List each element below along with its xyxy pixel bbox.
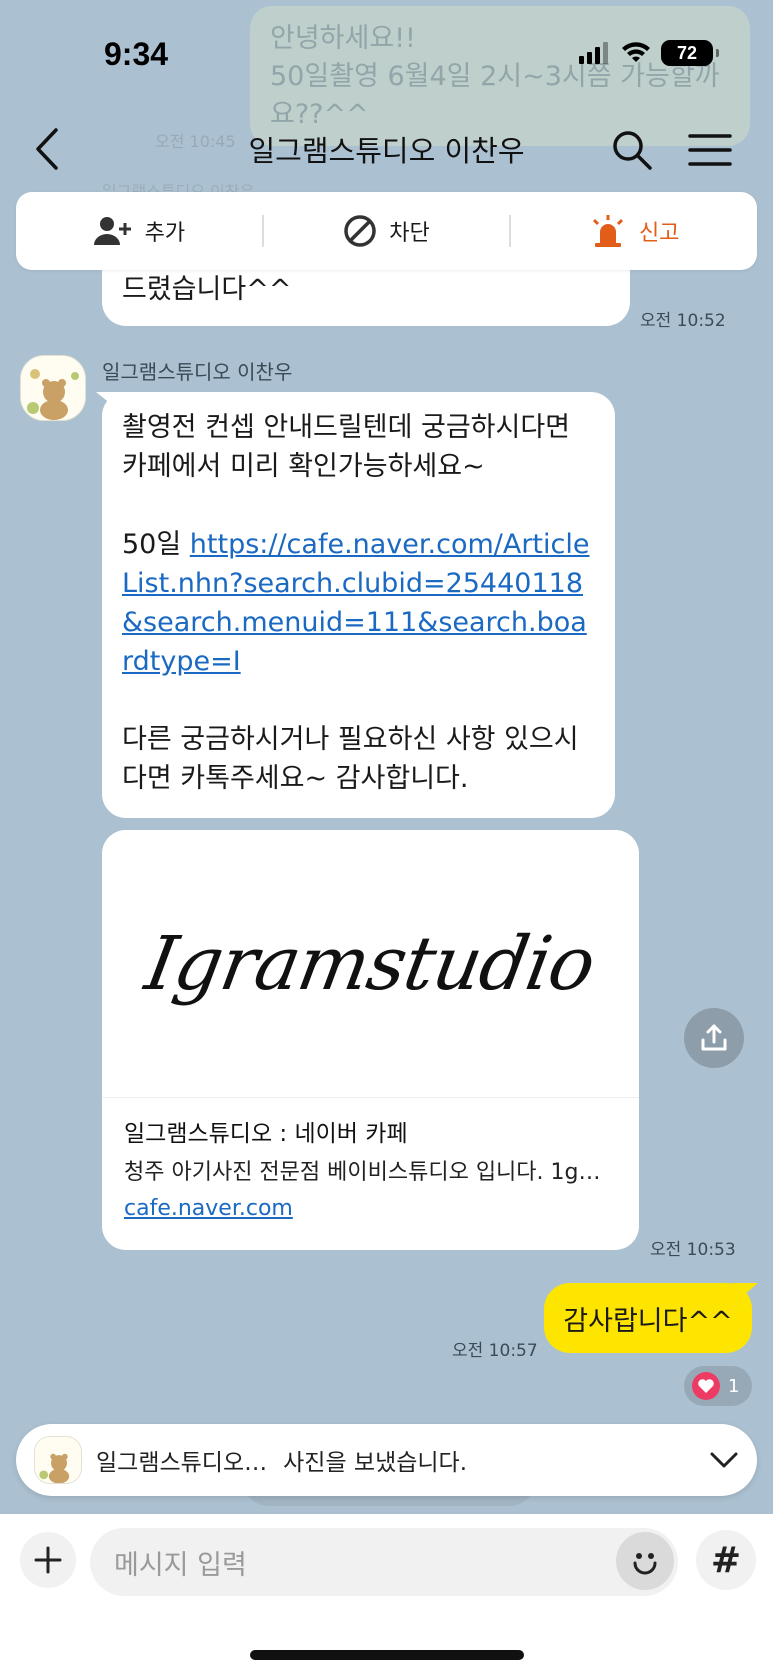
search-button[interactable] [610, 128, 654, 172]
notification-sender: 일그램스튜디오… [96, 1450, 268, 1476]
studio-logo: Igramstudio [139, 920, 602, 1007]
status-icons: 72 [579, 40, 719, 66]
message-text: 드렸습니다^^ [122, 274, 292, 305]
my-message-bubble: 감사랍니다^^ [544, 1283, 752, 1353]
signal-icon [579, 42, 608, 64]
home-indicator [250, 1650, 524, 1660]
hamburger-menu-icon [688, 134, 732, 166]
block-icon [344, 215, 377, 247]
link-preview-card[interactable]: Igramstudio 일그램스튜디오 : 네이버 카페 청주 아기사진 전문점… [102, 830, 639, 1250]
reaction-count: 1 [728, 1375, 740, 1397]
block-label: 차단 [389, 221, 430, 246]
status-time: 9:34 [104, 36, 169, 72]
wifi-icon [622, 42, 650, 62]
plus-icon [34, 1546, 62, 1574]
teddy-bear-avatar-image [35, 1437, 81, 1483]
chevron-down-icon[interactable] [709, 1450, 739, 1470]
link-preview-title: 일그램스튜디오 : 네이버 카페 [124, 1121, 408, 1147]
siren-icon [592, 215, 623, 247]
chat-title: 일그램스튜디오 이찬우 [248, 134, 525, 168]
message-link-paragraph: 50일 https://cafe.naver.com/ArticleList.n… [122, 525, 595, 681]
message-link-prefix: 50일 [122, 529, 190, 560]
new-message-notification[interactable]: 일그램스튜디오… 사진을 보냈습니다. [16, 1424, 757, 1496]
notification-avatar [34, 1436, 82, 1484]
sender-avatar[interactable] [20, 355, 86, 421]
message-line: 다른 궁금하시거나 필요하신 사항 있으시 [122, 724, 579, 755]
block-button[interactable]: 차단 [264, 192, 510, 270]
report-label: 신고 [638, 221, 680, 246]
teddy-bear-avatar-image [21, 356, 85, 420]
message-time: 오전 10:53 [650, 1240, 736, 1260]
attach-button[interactable] [20, 1532, 76, 1588]
my-message-text: 감사랍니다^^ [563, 1305, 733, 1337]
heart-icon [692, 1372, 720, 1400]
heart-reaction[interactable]: 1 [684, 1366, 752, 1406]
add-user-icon [93, 217, 131, 245]
cafe-article-link[interactable]: https://cafe.naver.com/ArticleList.nhn?s… [122, 529, 589, 677]
message-input[interactable]: 메시지 입력 [90, 1528, 678, 1596]
hashtag-search-button[interactable]: # [696, 1530, 756, 1590]
battery-indicator: 72 [661, 40, 719, 66]
message-line: 다면 카톡주세요~ 감사합니다. [122, 763, 469, 794]
share-icon [701, 1024, 727, 1051]
smiley-icon [633, 1553, 657, 1575]
link-preview-url[interactable]: cafe.naver.com [124, 1196, 293, 1221]
message-input-placeholder: 메시지 입력 [114, 1549, 247, 1581]
menu-button[interactable] [688, 130, 732, 170]
message-line: 카페에서 미리 확인가능하세요~ [122, 451, 485, 482]
share-button[interactable] [684, 1008, 744, 1068]
notification-message: 사진을 보냈습니다. [283, 1450, 468, 1476]
emoticon-button[interactable] [616, 1532, 674, 1590]
report-button[interactable]: 신고 [511, 192, 757, 270]
message-line: 촬영전 컨셉 안내드릴텐데 궁금하시다면 [122, 412, 571, 443]
add-friend-label: 추가 [144, 221, 186, 246]
my-message-time: 오전 10:57 [452, 1341, 538, 1361]
search-icon [613, 131, 652, 170]
sender-name: 일그램스튜디오 이찬우 [102, 360, 293, 384]
add-friend-button[interactable]: 추가 [16, 192, 262, 270]
message-time: 오전 10:52 [640, 311, 726, 331]
link-preview-image: Igramstudio [102, 830, 639, 1098]
message-bubble: 촬영전 컨셉 안내드릴텐데 궁금하시다면 카페에서 미리 확인가능하세요~ 50… [102, 392, 615, 818]
link-preview-description: 청주 아기사진 전문점 베이비스튜디오 입니다. 1g… [124, 1160, 601, 1185]
friend-action-bar: 추가 차단 신고 [16, 192, 757, 270]
previous-message-bubble: 안녕하세요!! 50일촬영 6월4일 2시~3시쯤 가능할까 요??^^ [250, 6, 750, 146]
